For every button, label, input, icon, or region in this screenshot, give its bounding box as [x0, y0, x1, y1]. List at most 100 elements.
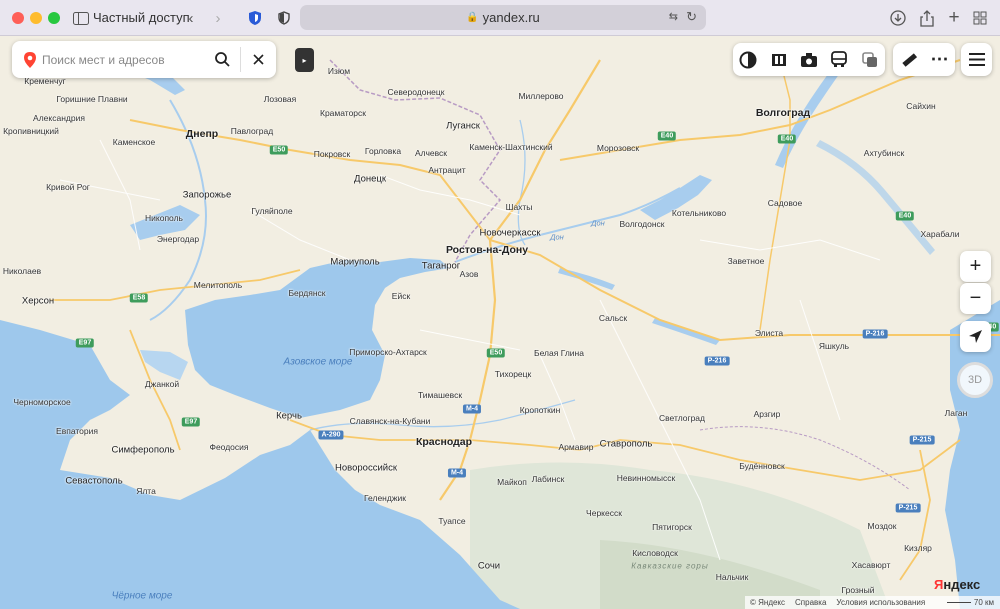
city-label: Невинномысск [616, 473, 676, 483]
map-layers-toolbar [733, 43, 885, 76]
city-label: Керчь [276, 410, 302, 422]
city-label: Харабали [920, 229, 960, 239]
city-label: Приморско-Ахтарск [349, 347, 427, 357]
tab-title[interactable]: Частный доступ [93, 10, 190, 25]
city-label: Горловка [364, 146, 402, 156]
address-bar[interactable]: 🔒 yandex.ru ⇆ ↻ [300, 5, 706, 30]
city-label: Лозовая [263, 94, 297, 104]
extension-shield-icon[interactable] [245, 8, 265, 28]
city-label: Арзгир [753, 409, 781, 419]
location-pin-icon [24, 51, 36, 68]
layers-icon[interactable] [733, 43, 763, 76]
road-shield: A-290 [318, 430, 344, 440]
tab-overview-icon[interactable] [970, 8, 990, 28]
city-label: Ставрополь [599, 438, 653, 450]
map-canvas[interactable]: Ростов-на-Дону Краснодар Волгоград Днепр Дон… [0, 37, 1000, 609]
search-box[interactable] [12, 41, 276, 78]
collapse-panel-button[interactable]: ▸ [295, 48, 314, 72]
scale-line [946, 602, 971, 603]
city-label: Новочеркасск [479, 227, 541, 239]
city-label: Майкоп [497, 477, 527, 487]
city-label: Каменск-Шахтинский [469, 142, 553, 152]
translate-icon[interactable]: ⇆ [669, 10, 678, 23]
city-label: Садовое [767, 198, 803, 208]
traffic-icon[interactable] [855, 43, 885, 76]
city-label: Морозовск [596, 143, 640, 153]
close-icon[interactable] [248, 41, 268, 78]
back-icon[interactable]: ‹ [181, 8, 201, 28]
map-tools-toolbar: ⋯ [893, 43, 955, 76]
city-label: Таганрог [421, 260, 461, 272]
city-label: Лабинск [531, 474, 565, 484]
city-label: Армавир [558, 442, 594, 452]
camera-icon[interactable] [794, 43, 824, 76]
city-label: Ейск [391, 291, 411, 301]
sea-label: Чёрное море [111, 590, 173, 602]
city-label: Черкесск [586, 508, 622, 518]
city-label: Энергодар [156, 234, 200, 244]
city-label: Сочи [477, 560, 501, 572]
new-tab-icon[interactable]: + [944, 7, 964, 28]
road-shield: P-215 [895, 503, 921, 513]
city-label: Евпатория [56, 426, 98, 436]
downloads-icon[interactable] [888, 8, 908, 28]
city-label: Кропивницкий [3, 126, 59, 136]
sidebar-icon[interactable] [71, 8, 91, 28]
zoom-out-button[interactable]: − [960, 283, 991, 314]
city-label: Славянск-на-Кубани [349, 416, 431, 426]
minimize-window-button[interactable] [30, 12, 42, 24]
city-label: Элиста [754, 328, 784, 338]
city-label: Тихорецк [494, 369, 532, 379]
road-shield: M-4 [462, 404, 482, 414]
help-link[interactable]: Справка [795, 598, 826, 607]
menu-icon[interactable] [961, 43, 992, 76]
navigation-arrow-icon [969, 330, 982, 343]
road-shield: P-216 [704, 356, 730, 366]
mountain-label: Кавказские горы [631, 561, 709, 571]
city-label: Изюм [327, 66, 351, 76]
road-shield: E40 [777, 134, 797, 144]
city-label: Азов [459, 269, 479, 279]
transit-icon[interactable] [824, 43, 854, 76]
city-label: Северодонецк [387, 87, 445, 97]
terms-link[interactable]: Условия использования [836, 598, 925, 607]
ruler-icon[interactable] [893, 43, 924, 76]
city-label: Кропоткин [519, 405, 561, 415]
share-icon[interactable] [917, 8, 937, 28]
copyright-text: © Яндекс [750, 598, 786, 607]
forward-icon[interactable]: › [208, 8, 228, 28]
city-label: Краснодар [415, 436, 473, 448]
menu-toolbar [961, 43, 992, 76]
city-label: Николаев [2, 266, 42, 276]
city-label: Волгоград [755, 107, 811, 119]
city-label: Черноморское [13, 397, 71, 407]
3d-label: 3D [967, 374, 983, 386]
city-label: Павлоград [230, 126, 274, 136]
city-label: Нальчик [715, 572, 749, 582]
locate-me-button[interactable] [960, 321, 991, 352]
panorama-icon[interactable] [763, 43, 793, 76]
road-shield: M-4 [447, 468, 467, 478]
road-shield: E97 [75, 338, 95, 348]
road-shield: E50 [269, 145, 289, 155]
zoom-window-button[interactable] [48, 12, 60, 24]
city-label: Покровск [313, 149, 351, 159]
river-label: Дон [591, 218, 605, 228]
map-base [0, 37, 1000, 609]
3d-view-button[interactable]: 3D [957, 362, 993, 398]
city-label: Светлоград [658, 413, 706, 423]
city-label: Туапсе [438, 516, 466, 526]
close-window-button[interactable] [12, 12, 24, 24]
city-label: Бердянск [288, 288, 326, 298]
privacy-shield-icon[interactable] [274, 8, 294, 28]
road-shield: E40 [895, 211, 915, 221]
zoom-in-button[interactable]: + [960, 251, 991, 282]
search-icon[interactable] [212, 41, 232, 78]
more-icon[interactable]: ⋯ [924, 43, 955, 76]
city-label: Александрия [33, 113, 85, 123]
search-input[interactable] [42, 52, 202, 67]
reload-icon[interactable]: ↻ [686, 9, 697, 25]
logo-first-letter: Я [934, 577, 944, 592]
browser-titlebar: Частный доступ ‹ › 🔒 yandex.ru ⇆ ↻ + [0, 0, 1000, 36]
city-label: Тимашевск [417, 390, 463, 400]
